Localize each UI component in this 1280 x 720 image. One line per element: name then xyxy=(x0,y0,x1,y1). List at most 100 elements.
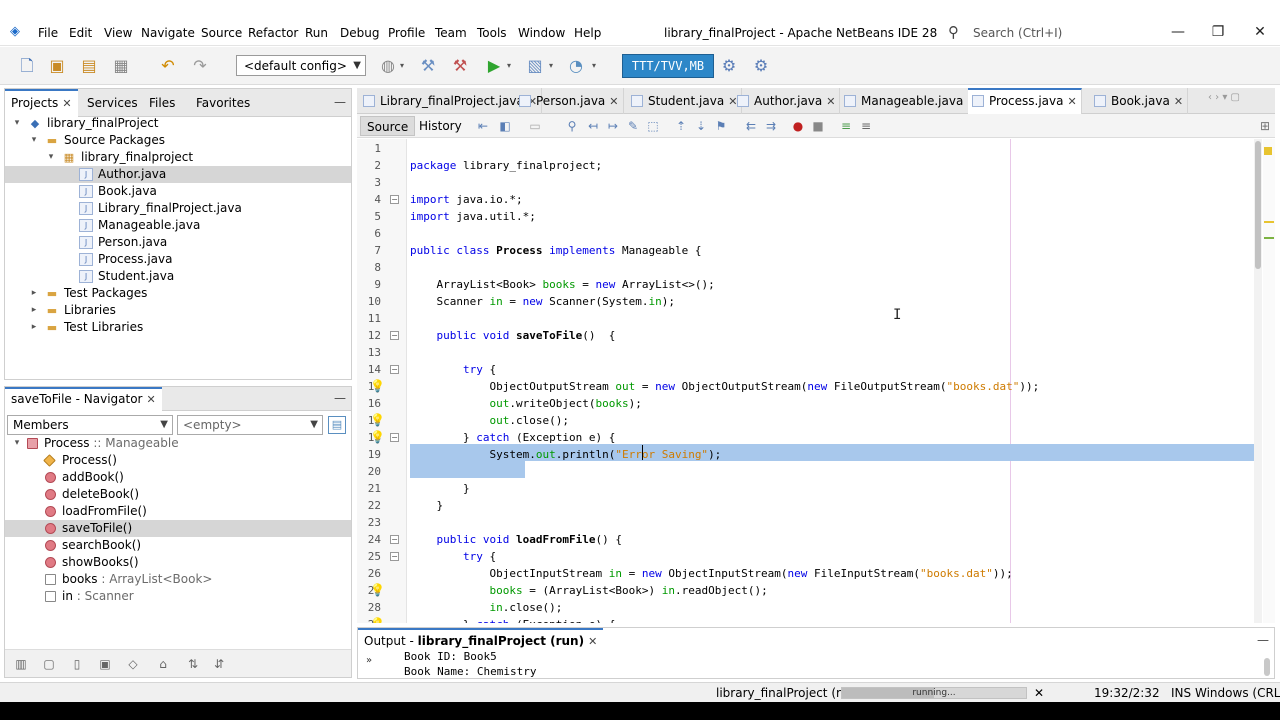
shift-right-icon[interactable]: ⇉ xyxy=(763,118,779,134)
menu-tools[interactable]: Tools xyxy=(477,26,507,40)
navigator-member[interactable]: addBook() xyxy=(5,469,351,486)
run-icon[interactable]: ▶ xyxy=(483,56,505,76)
fold-toggle-icon[interactable]: − xyxy=(390,195,399,204)
restore-window-button[interactable]: ❐ xyxy=(1206,22,1230,42)
secondary-filter-select[interactable]: <empty> ▼ xyxy=(177,415,323,435)
tab-navigator[interactable]: saveToFile - Navigator ✕ xyxy=(5,387,162,411)
close-icon[interactable]: ✕ xyxy=(62,97,71,110)
tab-favorites[interactable]: Favorites xyxy=(190,89,256,117)
find-icon[interactable]: ⚲ xyxy=(564,118,580,134)
lightbulb-hint-icon[interactable]: 💡 xyxy=(370,583,385,597)
menu-file[interactable]: File xyxy=(38,26,58,40)
close-icon[interactable]: ✕ xyxy=(146,393,155,406)
toggle-bookmark-icon[interactable]: ⚑ xyxy=(713,118,729,134)
run-dropdown-icon[interactable]: ▾ xyxy=(507,60,515,72)
lightbulb-hint-icon[interactable]: 💡 xyxy=(370,617,385,623)
shift-left-icon[interactable]: ⇇ xyxy=(743,118,759,134)
filter-static-icon[interactable]: ▢ xyxy=(41,656,57,672)
start-macro-icon[interactable]: ● xyxy=(790,118,806,134)
fold-toggle-icon[interactable]: − xyxy=(390,552,399,561)
menu-debug[interactable]: Debug xyxy=(340,26,379,40)
menu-navigate[interactable]: Navigate xyxy=(141,26,195,40)
double-chevron-icon[interactable]: » xyxy=(366,655,372,666)
tree-item[interactable]: J Student.java xyxy=(5,268,351,285)
last-edit-icon[interactable]: ⇤ xyxy=(475,118,491,134)
minimize-panel-icon[interactable]: — xyxy=(333,391,347,405)
filter-locked-icon[interactable]: ▣ xyxy=(97,656,113,672)
tab-projects[interactable]: Projects ✕ xyxy=(5,89,78,117)
error-stripe[interactable] xyxy=(1263,139,1275,623)
tab-services[interactable]: Services xyxy=(81,89,144,117)
filter-fields-icon[interactable]: ▥ xyxy=(13,656,29,672)
fold-toggle-icon[interactable]: − xyxy=(390,433,399,442)
save-all-icon[interactable]: ▦ xyxy=(110,56,132,76)
menu-help[interactable]: Help xyxy=(574,26,601,40)
profile-dropdown-icon[interactable]: ▾ xyxy=(592,60,600,72)
tree-item[interactable]: ▸ ▬ Libraries xyxy=(5,302,351,319)
close-icon[interactable]: ✕ xyxy=(1067,95,1076,108)
expand-editor-icon[interactable]: ⊞ xyxy=(1257,118,1273,134)
menu-edit[interactable]: Edit xyxy=(69,26,92,40)
editor-tab[interactable]: Student.java ✕ xyxy=(627,88,743,114)
fold-toggle-icon[interactable]: − xyxy=(390,331,399,340)
new-file-icon[interactable]: 🗋 xyxy=(16,56,38,76)
tree-item[interactable]: ▾ ◆ library_finalProject xyxy=(5,115,351,132)
config-select[interactable]: <default config> ▼ xyxy=(236,55,366,76)
members-filter-select[interactable]: Members ▼ xyxy=(7,415,173,435)
gc-icon[interactable]: ⚙ xyxy=(718,56,740,76)
tree-item[interactable]: ▾ ▦ library_finalproject xyxy=(5,149,351,166)
tree-item[interactable]: ▸ ▬ Test Libraries xyxy=(5,319,351,336)
new-project-icon[interactable]: ▣ xyxy=(46,56,68,76)
sort-by-name-icon[interactable]: ⇅ xyxy=(185,656,201,672)
tab-scroll-icon[interactable]: ‹ › ▾ ▢ xyxy=(1208,92,1240,103)
profile-icon[interactable]: ◔ xyxy=(565,56,587,76)
redo-icon[interactable]: ↷ xyxy=(189,56,211,76)
toggle-highlight-icon[interactable]: ✎ xyxy=(625,118,641,134)
menu-run[interactable]: Run xyxy=(305,26,328,40)
back-icon[interactable]: ◧ xyxy=(497,118,513,134)
tree-item[interactable]: ▾ ▬ Source Packages xyxy=(5,132,351,149)
navigator-member[interactable]: ▾ Process :: Manageable xyxy=(5,435,351,452)
navigator-member[interactable]: searchBook() xyxy=(5,537,351,554)
menu-profile[interactable]: Profile xyxy=(388,26,425,40)
tree-item[interactable]: J Book.java xyxy=(5,183,351,200)
close-icon[interactable]: ✕ xyxy=(609,95,618,108)
settings-icon[interactable]: ⚙ xyxy=(750,56,772,76)
tree-item[interactable]: ▸ ▬ Test Packages xyxy=(5,285,351,302)
next-bookmark-icon[interactable]: ⇣ xyxy=(693,118,709,134)
open-project-icon[interactable]: ▤ xyxy=(78,56,100,76)
menu-team[interactable]: Team xyxy=(435,26,467,40)
close-icon[interactable]: ✕ xyxy=(1174,95,1183,108)
browser-dropdown-icon[interactable]: ▾ xyxy=(400,60,408,72)
close-window-button[interactable]: ✕ xyxy=(1248,22,1272,42)
sort-alpha-icon[interactable]: ⇵ xyxy=(211,656,227,672)
build-icon[interactable]: ⚒ xyxy=(417,56,439,76)
forward-icon[interactable]: ▭ xyxy=(527,118,543,134)
lightbulb-hint-icon[interactable]: 💡 xyxy=(370,430,385,444)
menu-view[interactable]: View xyxy=(104,26,132,40)
uncomment-icon[interactable]: ≡ xyxy=(858,118,874,134)
clean-build-icon[interactable]: ⚒ xyxy=(449,56,471,76)
navigator-member[interactable]: Process() xyxy=(5,452,351,469)
tree-item[interactable]: J Author.java xyxy=(5,166,351,183)
minimize-window-button[interactable]: — xyxy=(1166,22,1190,42)
tree-item[interactable]: J Person.java xyxy=(5,234,351,251)
minimize-panel-icon[interactable]: — xyxy=(1256,633,1270,647)
collapse-icon[interactable]: ▾ xyxy=(45,149,57,166)
running-process-label[interactable]: library_finalProject (run) xyxy=(716,686,861,700)
filter-non-public-icon[interactable]: ▯ xyxy=(69,656,85,672)
comment-icon[interactable]: ≡ xyxy=(838,118,854,134)
stop-macro-icon[interactable]: ■ xyxy=(810,118,826,134)
expand-icon[interactable]: ▸ xyxy=(28,302,40,319)
editor-tab[interactable]: Person.java ✕ xyxy=(515,88,624,114)
history-view-button[interactable]: History xyxy=(413,116,468,136)
menu-window[interactable]: Window xyxy=(518,26,565,40)
lightbulb-hint-icon[interactable]: 💡 xyxy=(370,413,385,427)
fold-toggle-icon[interactable]: − xyxy=(390,365,399,374)
scrollbar-thumb[interactable] xyxy=(1255,141,1261,269)
tree-item[interactable]: J Process.java xyxy=(5,251,351,268)
expand-icon[interactable]: ▸ xyxy=(28,285,40,302)
line-endings[interactable]: Windows (CRLF) xyxy=(1195,686,1280,700)
collapse-icon[interactable]: ▾ xyxy=(28,132,40,149)
vertical-scrollbar[interactable] xyxy=(1254,139,1262,623)
